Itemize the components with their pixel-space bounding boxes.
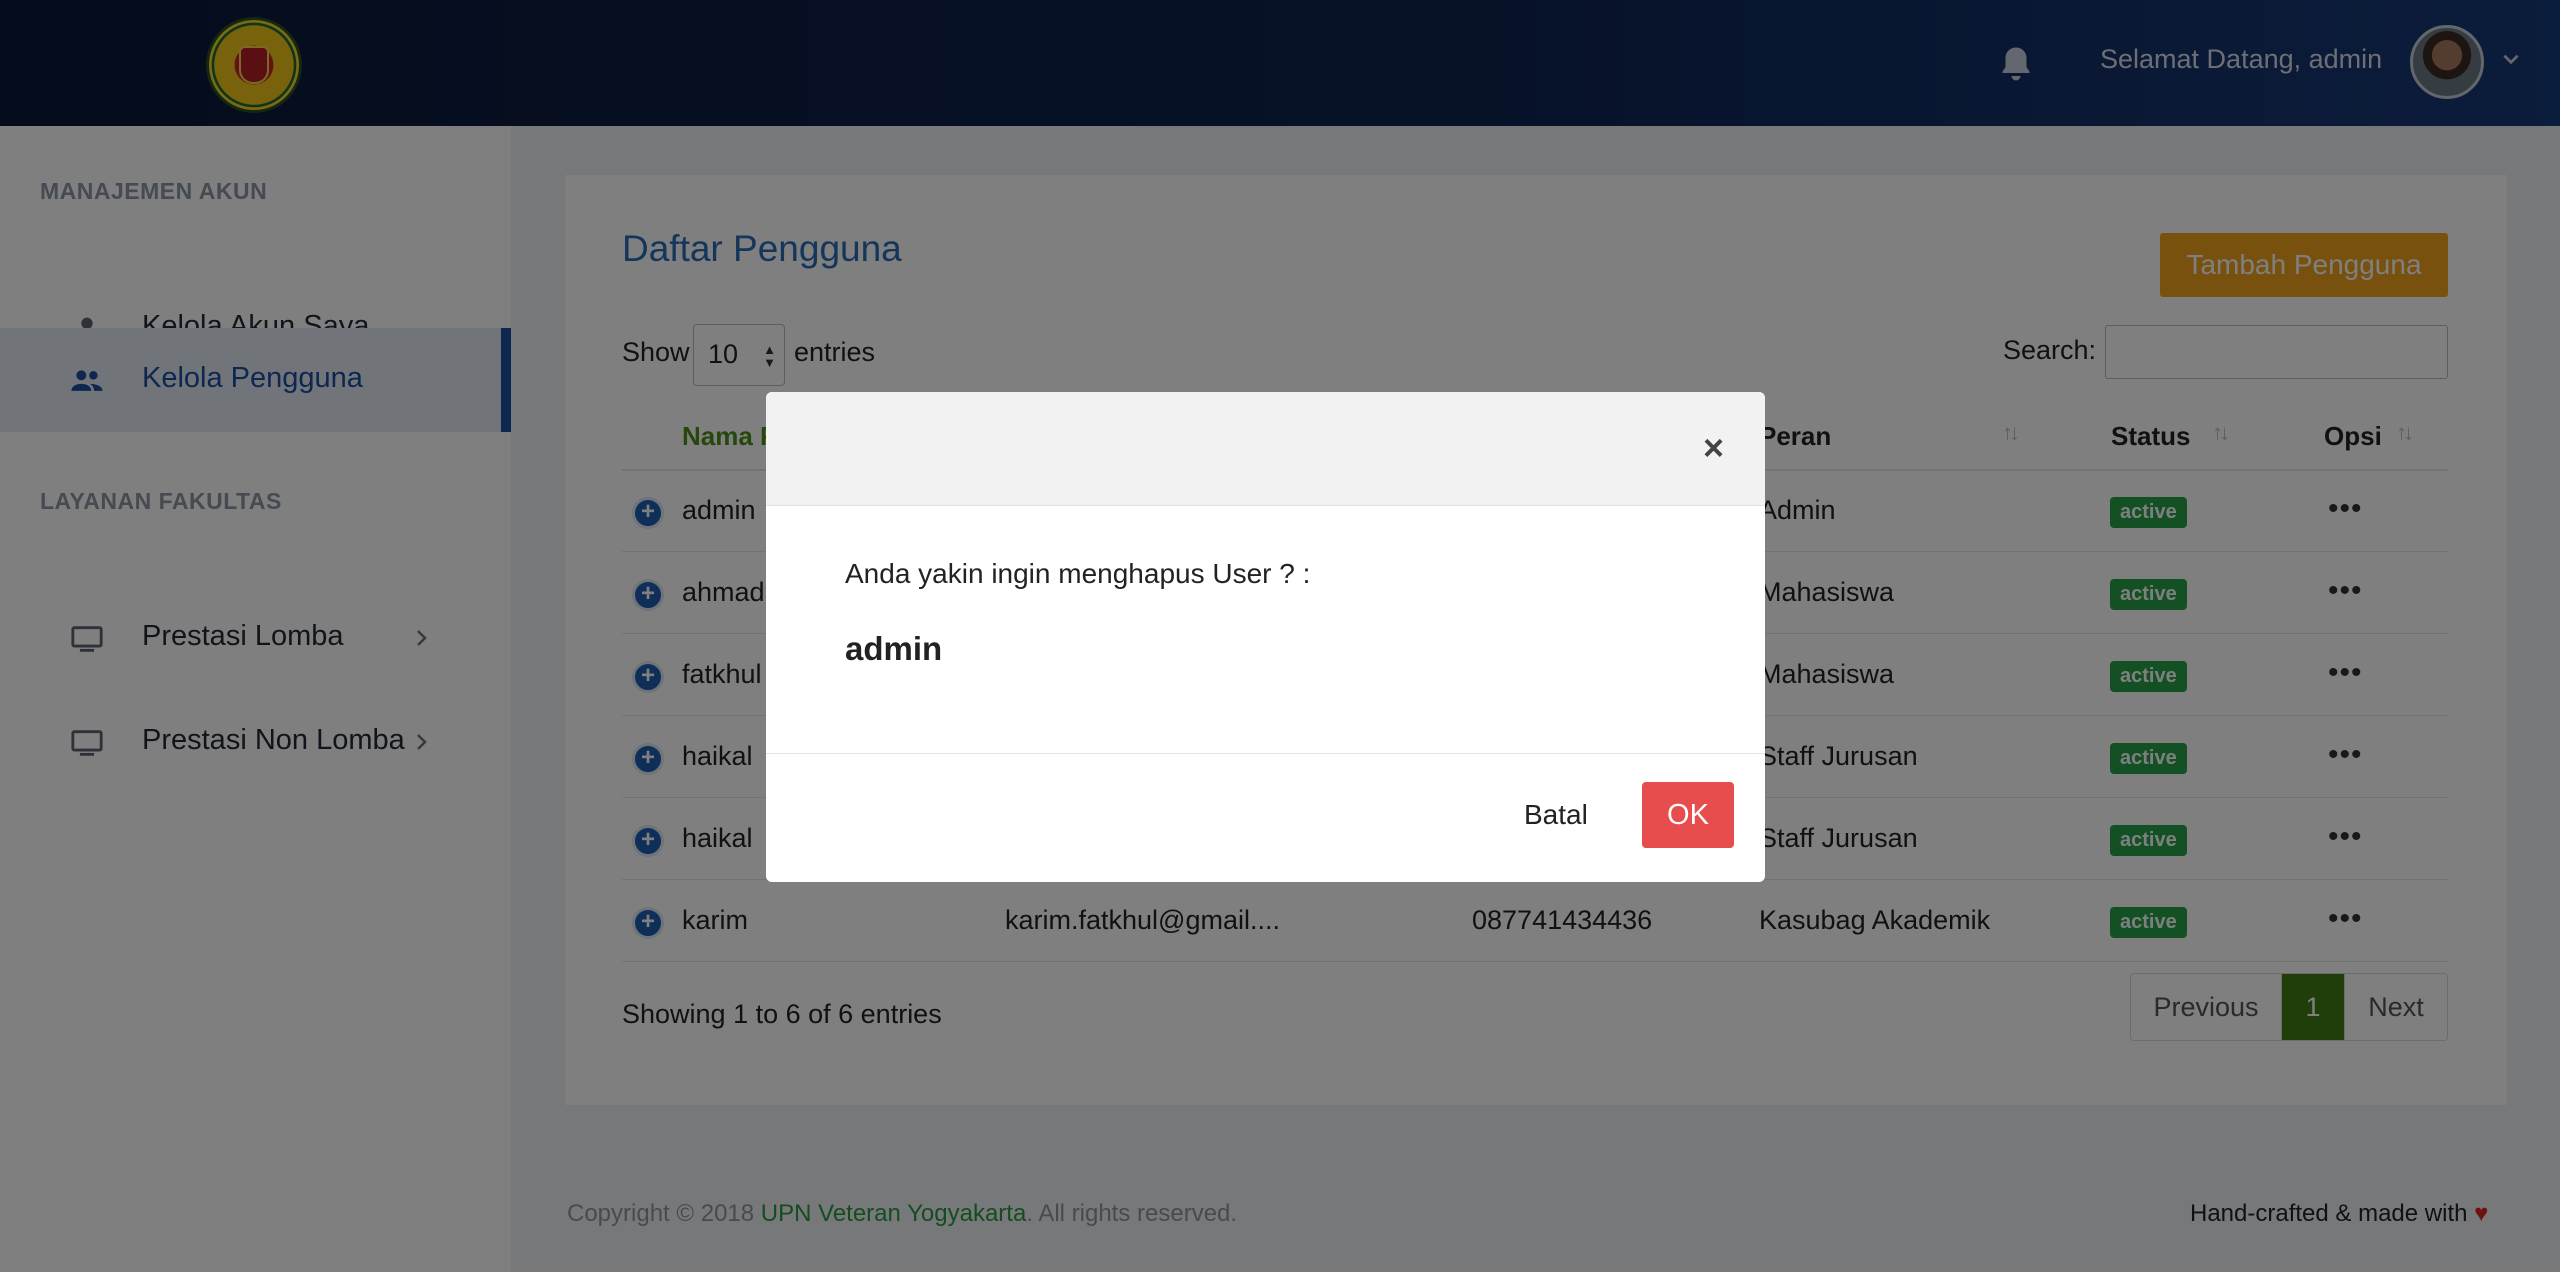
dialog-target-user: admin: [845, 630, 943, 667]
ok-button[interactable]: OK: [1642, 782, 1734, 848]
dialog-divider: [766, 753, 1765, 754]
dialog-question: Anda yakin ingin menghapus User ? :: [845, 558, 1311, 589]
cancel-button[interactable]: Batal: [1524, 799, 1588, 831]
delete-confirm-dialog: × Anda yakin ingin menghapus User ? : ad…: [766, 392, 1765, 882]
close-icon[interactable]: ×: [1703, 430, 1724, 466]
dialog-header: ×: [766, 392, 1765, 506]
